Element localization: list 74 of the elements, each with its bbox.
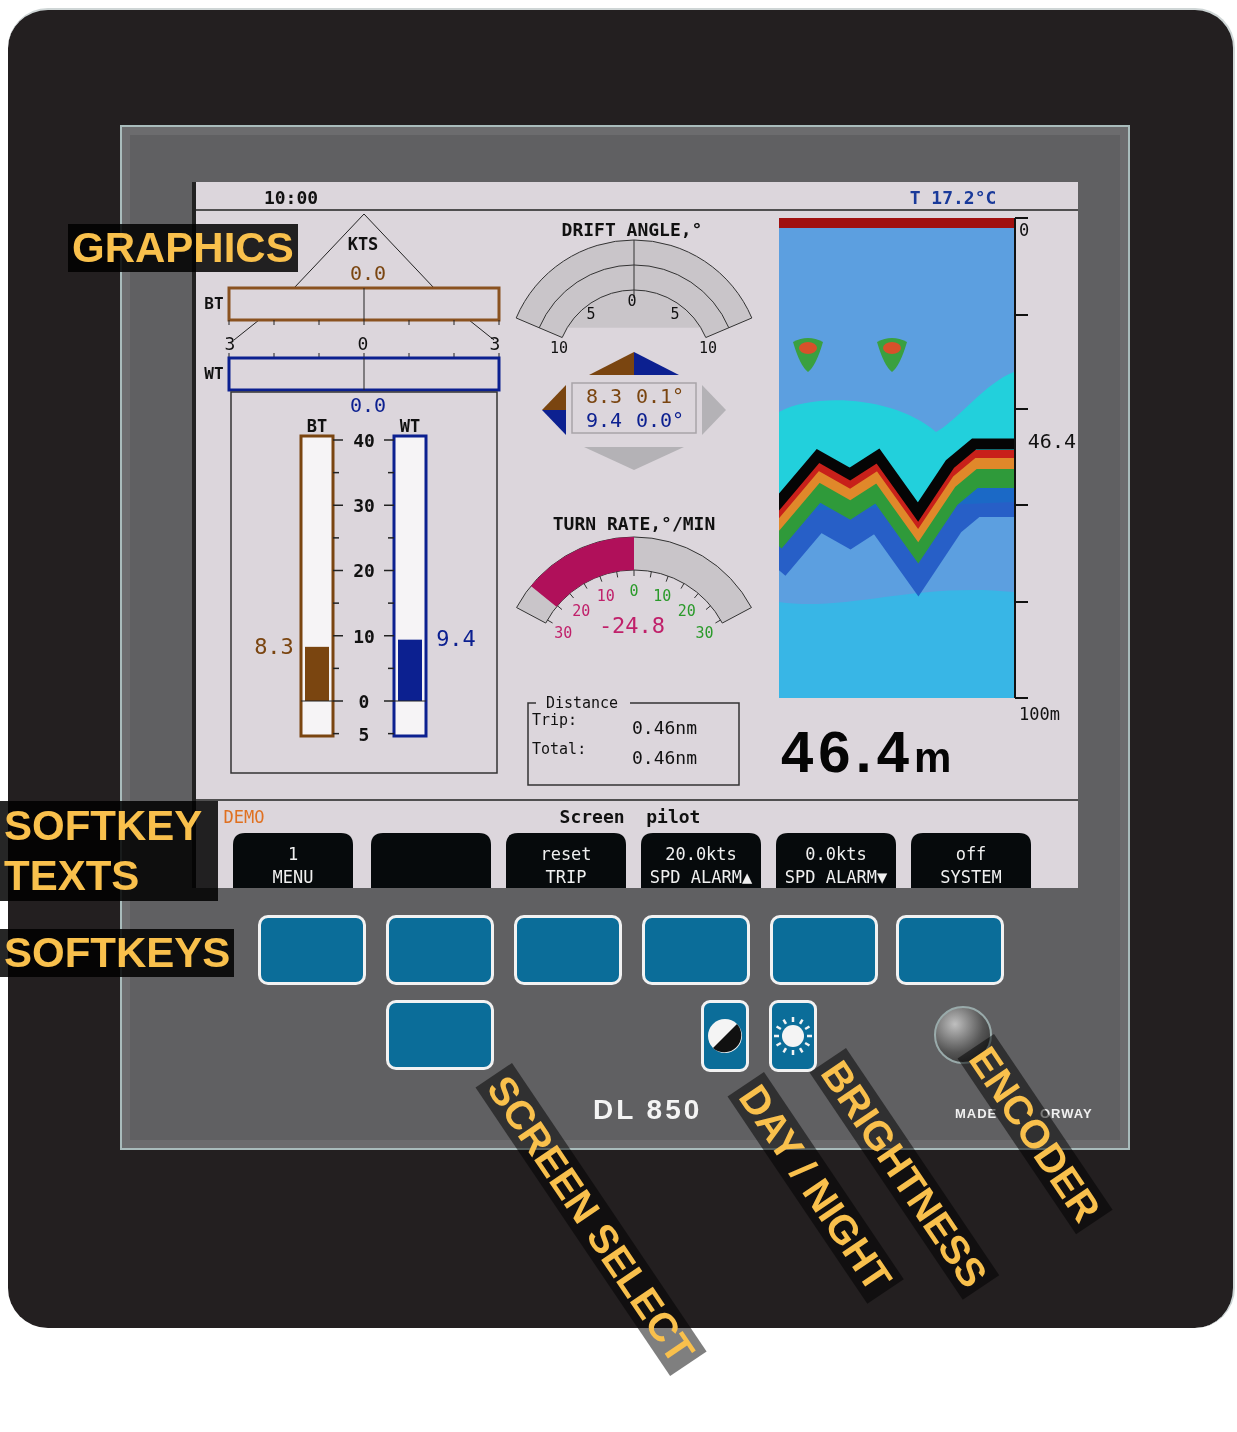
gauge-title: DRIFT ANGLE,°	[561, 219, 703, 240]
speed-value: 8.3	[585, 384, 623, 408]
contrast-icon	[706, 1017, 744, 1055]
scale-label: 3	[489, 333, 501, 354]
gauge-tick-label: 5	[586, 305, 596, 323]
distance-label: Trip:	[532, 711, 578, 729]
group-title: Distance	[545, 694, 619, 712]
scale-label: 10	[353, 626, 375, 647]
depth-label: 100m	[1019, 704, 1060, 724]
transverse-speed: 0.0	[349, 261, 387, 285]
softkey-text: reset	[540, 844, 592, 864]
scale-label: 20	[353, 560, 375, 581]
distance-value: 0.46nm	[632, 717, 698, 738]
softkey-text: SPD ALARM▼	[784, 867, 888, 887]
screen-name: Screen pilot	[559, 806, 701, 827]
softkey[interactable]	[770, 915, 878, 985]
gauge-tick-label: 30	[695, 624, 714, 643]
depth-label: 46.4	[1027, 429, 1076, 453]
water-temperature: T 17.2°C	[909, 187, 997, 208]
softkey[interactable]	[896, 915, 1004, 985]
scale-label: 40	[353, 430, 375, 451]
angle-value: 0.0°	[635, 408, 685, 432]
sun-icon	[773, 1016, 813, 1056]
speed-reading: 8.3	[254, 634, 294, 659]
speed-value: 9.4	[585, 408, 623, 432]
bar-label: WT	[399, 416, 421, 436]
softkey-text: SPD ALARM▲	[649, 867, 753, 887]
brightness-key[interactable]	[769, 1000, 817, 1072]
scale-label: 5	[358, 724, 370, 745]
softkey-text: MENU	[272, 867, 314, 887]
callout-label: SOFTKEY TEXTS	[0, 801, 218, 901]
gauge-tick-label: 0	[627, 292, 637, 310]
softkey[interactable]	[258, 915, 366, 985]
gauge-tick-label: 30	[554, 624, 573, 643]
gauge-tick-label: 10	[549, 339, 569, 357]
callout-label: GRAPHICS	[68, 224, 298, 272]
gauge-tick-label: 20	[572, 601, 591, 620]
transverse-speed: 0.0	[349, 393, 387, 417]
row-label: BT	[204, 294, 224, 313]
scale-label: 0	[357, 333, 369, 354]
distance-value: 0.46nm	[632, 747, 698, 768]
gauge-tick-label: 20	[677, 601, 696, 620]
softkey-text: 20.0kts	[665, 844, 737, 864]
softkey-text: off	[955, 844, 987, 864]
screen-select-key[interactable]	[386, 1000, 494, 1070]
softkey-text: TRIP	[545, 867, 587, 887]
gauge-tick-label: 5	[670, 305, 680, 323]
depth-reading: 46.4m	[781, 719, 952, 784]
scale-label: 30	[353, 495, 375, 516]
gauge-tick-label: 10	[653, 587, 672, 606]
callout-label: SOFTKEYS	[0, 929, 235, 977]
gauge-title: TURN RATE,°/MIN	[552, 513, 716, 534]
gauge-tick-label: 10	[698, 339, 718, 357]
speed-reading: 9.4	[436, 626, 476, 651]
mode-label: DEMO	[223, 807, 265, 827]
softkey[interactable]	[642, 915, 750, 985]
turn-rate-reading: -24.8	[598, 613, 666, 638]
softkey-text: 1	[287, 844, 299, 864]
softkey[interactable]	[386, 915, 494, 985]
gauge-tick-label: 0	[629, 582, 639, 600]
clock-time: 10:00	[263, 187, 319, 208]
distance-label: Total:	[532, 740, 587, 758]
scale-label: 3	[224, 333, 236, 354]
softkey[interactable]	[514, 915, 622, 985]
bar-label: BT	[306, 416, 328, 436]
angle-value: 0.1°	[635, 384, 685, 408]
row-label: WT	[204, 364, 224, 383]
softkey-text: SYSTEM	[940, 867, 1002, 887]
scale-label: 0	[358, 691, 370, 712]
gauge-tick-label: 10	[596, 587, 615, 606]
unit-label: KTS	[347, 234, 379, 254]
day-night-key[interactable]	[701, 1000, 749, 1072]
softkey-text: 0.0kts	[805, 844, 867, 864]
depth-label: 0	[1018, 220, 1030, 240]
